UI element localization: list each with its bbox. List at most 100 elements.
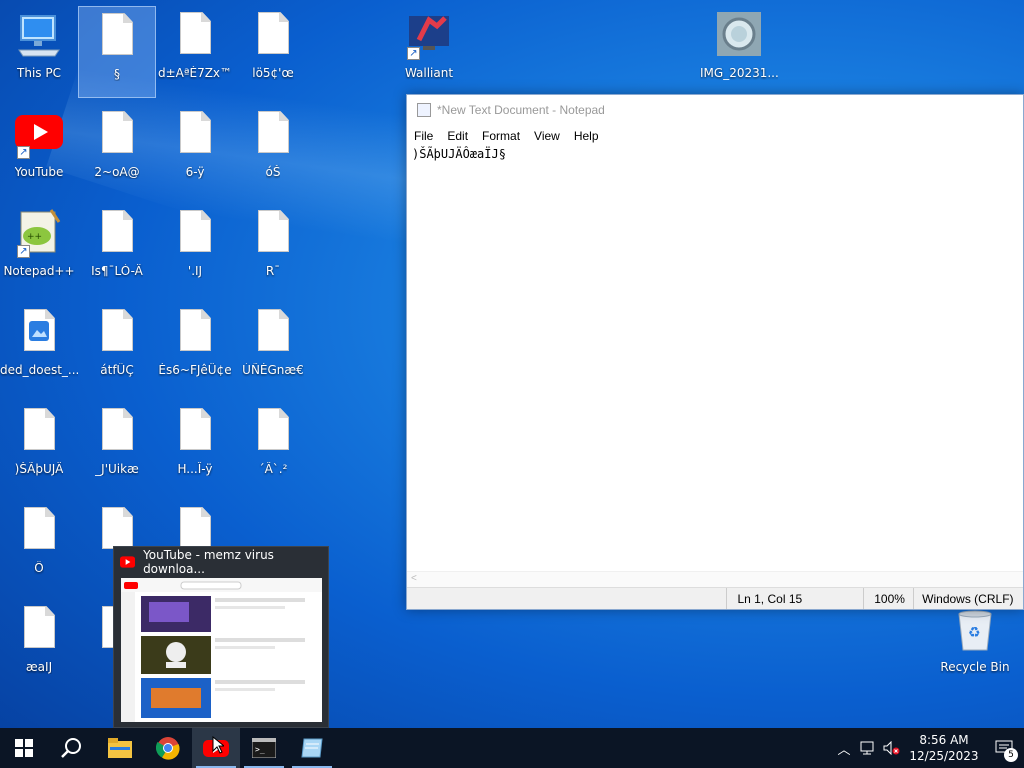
desktop-icon-walliant[interactable]: ↗ Walliant — [390, 6, 468, 98]
desktop-icon-image-file[interactable]: ded_doest_... — [0, 303, 78, 395]
desktop-icon-file[interactable]: _J'Uikæ — [78, 402, 156, 494]
icon-label: ÚÑÈGnæ€ — [242, 363, 304, 377]
walliant-icon: ↗ — [405, 10, 453, 62]
desktop-icon-notepad-plus-plus[interactable]: ++ ↗ Notepad++ — [0, 204, 78, 296]
desktop-icon-file[interactable]: Ô — [0, 501, 78, 593]
menu-help[interactable]: Help — [573, 129, 607, 143]
desktop-icon-file[interactable]: § — [78, 6, 156, 98]
status-zoom: 100% — [863, 588, 913, 609]
icon-label: átfÛÇ — [100, 363, 134, 377]
taskbar-chrome[interactable] — [144, 728, 192, 768]
youtube-icon: ↗ — [15, 109, 63, 161]
horizontal-scrollbar[interactable]: < — [407, 571, 1023, 587]
desktop-icon-file[interactable]: lö5¢'œ — [234, 6, 312, 98]
scroll-left-icon[interactable]: < — [411, 573, 417, 584]
desktop-icon-file[interactable]: Ès6~FJêÜ¢e — [156, 303, 234, 395]
desktop-icon-file[interactable]: 2~oA@ — [78, 105, 156, 197]
status-cursor-position: Ln 1, Col 15 — [726, 588, 863, 609]
icon-label: Notepad++ — [3, 264, 75, 278]
status-encoding: Windows (CRLF) — [913, 588, 1023, 609]
icon-label: Is¶¯LÒ-Ä — [91, 264, 143, 278]
taskbar-file-explorer[interactable] — [96, 728, 144, 768]
notepad-window[interactable]: *New Text Document - Notepad File Edit F… — [406, 94, 1024, 610]
chevron-up-icon[interactable]: ︿ — [832, 728, 856, 768]
taskbar-youtube[interactable] — [192, 728, 240, 768]
notification-count-badge: 5 — [1004, 748, 1018, 762]
file-icon — [93, 11, 141, 63]
chrome-icon — [156, 737, 180, 760]
text-editor[interactable]: )ŠÃþUJÄÔæaÏJ§ — [412, 147, 506, 161]
icon-label: '.IJ — [187, 264, 203, 278]
taskbar-notepad[interactable] — [288, 728, 336, 768]
file-icon — [15, 406, 63, 458]
svg-text:++: ++ — [27, 232, 42, 242]
status-bar: Ln 1, Col 15 100% Windows (CRLF) — [407, 587, 1023, 609]
network-icon[interactable] — [856, 728, 880, 768]
youtube-icon — [120, 556, 136, 568]
taskbar-thumbnail-preview[interactable]: YouTube - memz virus downloa... — [113, 546, 329, 728]
window-titlebar[interactable]: *New Text Document - Notepad — [407, 95, 1023, 125]
file-icon — [249, 406, 297, 458]
menu-edit[interactable]: Edit — [446, 129, 476, 143]
menu-view[interactable]: View — [533, 129, 568, 143]
shortcut-arrow-icon: ↗ — [17, 245, 30, 258]
file-icon — [249, 109, 297, 161]
icon-label: óŠ — [265, 165, 281, 179]
preview-thumbnail[interactable] — [121, 578, 322, 722]
svg-text:♻: ♻ — [968, 625, 981, 641]
notification-center-icon[interactable]: 5 — [984, 728, 1024, 768]
taskbar-command-prompt[interactable]: >_ — [240, 728, 288, 768]
desktop-icon-this-pc[interactable]: This PC — [0, 6, 78, 98]
desktop-icon-youtube[interactable]: ↗ YouTube — [0, 105, 78, 197]
desktop-icon-file[interactable]: )ŠÃþUJÄ — [0, 402, 78, 494]
icon-label: lö5¢'œ — [252, 66, 294, 80]
desktop-icon-file[interactable]: Is¶¯LÒ-Ä — [78, 204, 156, 296]
desktop-icon-file[interactable]: óŠ — [234, 105, 312, 197]
desktop-icon-file[interactable]: d±AªÈ7Zx™ — [156, 6, 234, 98]
file-icon — [249, 208, 297, 260]
desktop-icon-file[interactable]: R¯ — [234, 204, 312, 296]
desktop-icon-image[interactable]: IMG_20231... — [700, 6, 778, 98]
menu-file[interactable]: File — [413, 129, 441, 143]
desktop-icon-file[interactable]: ÚÑÈGnæ€ — [234, 303, 312, 395]
clock-date: 12/25/2023 — [909, 749, 979, 763]
start-button[interactable] — [0, 728, 48, 768]
computer-icon — [15, 10, 63, 62]
icon-label: Ô — [34, 561, 44, 575]
icon-label: 2~oA@ — [94, 165, 140, 179]
file-icon — [249, 10, 297, 62]
windows-start-icon — [15, 739, 33, 757]
icon-label: d±AªÈ7Zx™ — [157, 66, 233, 80]
desktop-icon-file[interactable]: átfÛÇ — [78, 303, 156, 395]
file-icon — [93, 208, 141, 260]
desktop-icon-file[interactable]: H...Î-ÿ — [156, 402, 234, 494]
desktop-icon-file[interactable]: '.IJ — [156, 204, 234, 296]
clock[interactable]: 8:56 AM 12/25/2023 — [904, 732, 984, 764]
preview-title-row: YouTube - memz virus downloa... — [114, 547, 328, 577]
notepad-plus-plus-icon: ++ ↗ — [15, 208, 63, 260]
desktop-icon-file[interactable]: ´Â`.² — [234, 402, 312, 494]
preview-title: YouTube - memz virus downloa... — [143, 548, 274, 576]
system-tray: ︿ 8:56 AM 12/25/2023 5 — [832, 728, 1024, 768]
notepad-icon — [417, 103, 431, 117]
search-icon — [61, 738, 81, 758]
desktop-icon-file[interactable]: 6-ÿ — [156, 105, 234, 197]
icon-label: This PC — [17, 66, 61, 80]
search-button[interactable] — [48, 728, 96, 768]
file-icon — [15, 604, 63, 656]
desktop-icon-recycle-bin[interactable]: ♻ Recycle Bin — [936, 600, 1014, 692]
file-explorer-icon — [108, 738, 132, 758]
volume-muted-icon[interactable] — [880, 728, 904, 768]
desktop-icon-file[interactable]: æaIJ — [0, 600, 78, 692]
icon-label: ded_doest_... — [0, 363, 78, 377]
file-icon — [93, 307, 141, 359]
icon-label: Ès6~FJêÜ¢e — [158, 363, 232, 377]
menu-format[interactable]: Format — [481, 129, 528, 143]
file-icon — [171, 307, 219, 359]
cmd-icon: >_ — [252, 738, 276, 758]
file-icon — [171, 208, 219, 260]
icon-label: YouTube — [14, 165, 64, 179]
file-icon — [171, 10, 219, 62]
shortcut-arrow-icon: ↗ — [407, 47, 420, 60]
icon-label: )ŠÃþUJÄ — [14, 462, 64, 476]
